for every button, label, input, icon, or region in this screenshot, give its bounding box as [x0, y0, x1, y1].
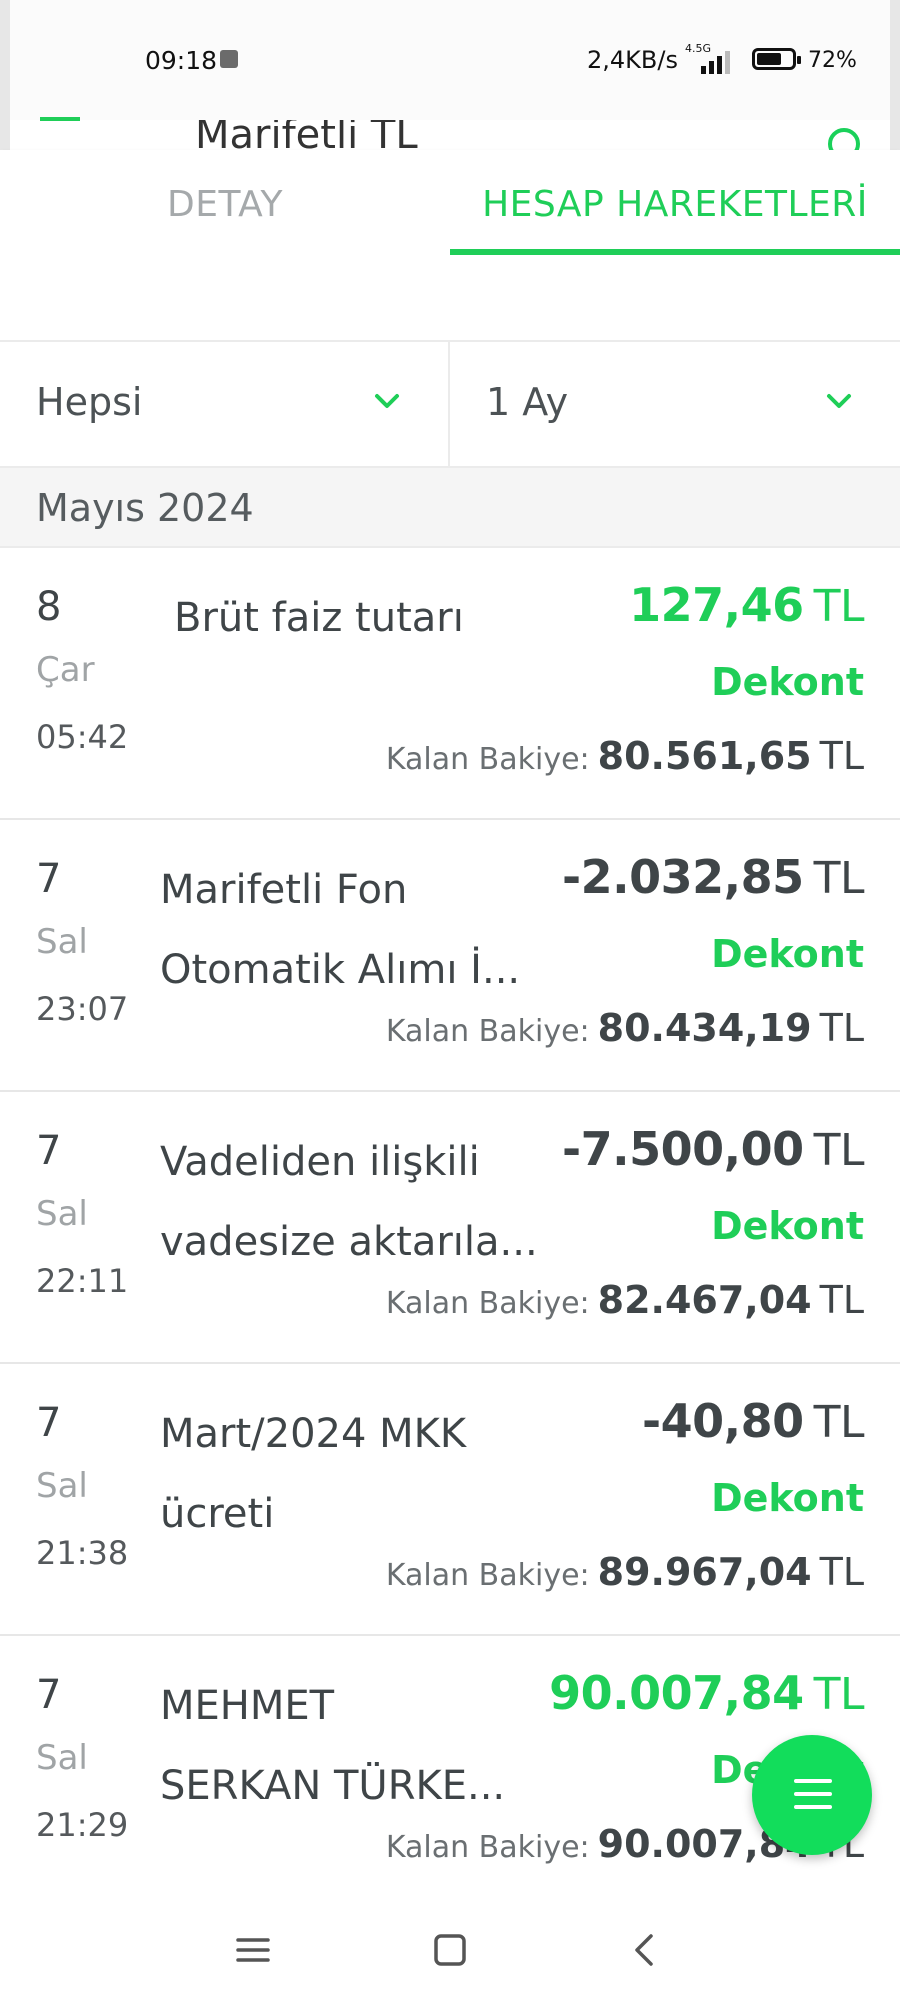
period-filter-value: 1 Ay [486, 380, 569, 424]
screen-edge-left [0, 0, 10, 150]
transaction-row[interactable]: 7 Sal 21:38 Mart/2024 MKK ücreti -40,80 T… [0, 1364, 900, 1636]
battery-icon [752, 48, 801, 70]
filter-bar: Hepsi 1 Ay [0, 340, 900, 468]
transaction-day: 7 [36, 1400, 62, 1446]
signal-icon: 4.5G [685, 42, 730, 74]
remaining-balance: Kalan Bakiye: 80.561,65 TL [385, 734, 864, 778]
back-arrow-icon[interactable] [40, 115, 80, 121]
transaction-row[interactable]: 8 Çar 05:42 Brüt faiz tutarı 127,46 TL De… [0, 548, 900, 820]
transaction-amount: -40,80 TL [642, 1394, 864, 1448]
transaction-time: 21:38 [36, 1534, 129, 1572]
remaining-balance: Kalan Bakiye: 80.434,19 TL [385, 1006, 864, 1050]
remaining-balance: Kalan Bakiye: 82.467,04 TL [385, 1278, 864, 1322]
transaction-amount: 127,46 TL [629, 578, 864, 632]
transaction-weekday: Sal [36, 922, 88, 962]
screen-edge-right [890, 0, 900, 150]
tab-bar: DETAY HESAP HAREKETLERİ [0, 150, 900, 255]
month-header: Mayıs 2024 [0, 468, 900, 548]
dekont-link[interactable]: Dekont [711, 1476, 864, 1520]
page-title: Marifetli TL [195, 120, 418, 150]
transaction-day: 7 [36, 1672, 62, 1718]
transaction-weekday: Sal [36, 1466, 88, 1506]
transaction-weekday: Sal [36, 1738, 88, 1778]
home-icon[interactable] [425, 1928, 475, 1972]
gallery-notification-icon [220, 50, 238, 68]
transaction-day: 7 [36, 1128, 62, 1174]
transaction-description: MEHMET SERKAN TÜRKE... [160, 1683, 506, 1809]
transaction-time: 23:07 [36, 990, 129, 1028]
status-bar: 09:18 2,4KB/s 4.5G 72% Marifetli TL [0, 0, 900, 160]
type-filter-dropdown[interactable]: Hepsi [0, 342, 450, 466]
transaction-description: Marifetli Fon Otomatik Alımı İ... [160, 867, 521, 993]
transaction-time: 21:29 [36, 1806, 129, 1844]
transaction-weekday: Sal [36, 1194, 88, 1234]
transaction-time: 05:42 [36, 718, 129, 756]
menu-fab-button[interactable] [752, 1735, 872, 1855]
transaction-weekday: Çar [36, 650, 95, 690]
remaining-balance: Kalan Bakiye: 89.967,04 TL [385, 1550, 864, 1594]
transaction-amount: -2.032,85 TL [562, 850, 864, 904]
transaction-row[interactable]: 7 Sal 23:07 Marifetli Fon Otomatik Alımı… [0, 820, 900, 1092]
transaction-description: Brüt faiz tutarı [174, 595, 464, 641]
transaction-description: Vadeliden ilişkili vadesize aktarıla... [160, 1139, 538, 1265]
menu-icon [794, 1779, 832, 1818]
period-filter-dropdown[interactable]: 1 Ay [450, 342, 900, 466]
back-icon[interactable] [620, 1928, 670, 1972]
transaction-amount: -7.500,00 TL [562, 1122, 864, 1176]
tab-detay[interactable]: DETAY [0, 150, 450, 255]
transaction-day: 8 [36, 584, 62, 630]
dekont-link[interactable]: Dekont [711, 932, 864, 976]
dekont-link[interactable]: Dekont [711, 660, 864, 704]
status-time: 09:18 [145, 46, 218, 75]
network-speed: 2,4KB/s [587, 46, 678, 74]
system-nav-bar [0, 1900, 900, 2000]
spacer [0, 255, 900, 340]
transaction-description: Mart/2024 MKK ücreti [160, 1411, 467, 1537]
transaction-time: 22:11 [36, 1262, 129, 1300]
transaction-amount: 90.007,84 TL [549, 1666, 864, 1720]
month-label: Mayıs 2024 [36, 486, 254, 530]
battery-percent: 72% [808, 48, 857, 73]
dekont-link[interactable]: Dekont [711, 1204, 864, 1248]
network-type: 4.5G [685, 42, 712, 55]
recents-icon[interactable] [228, 1928, 278, 1972]
chevron-down-icon [375, 394, 399, 408]
transaction-day: 7 [36, 856, 62, 902]
type-filter-value: Hepsi [36, 380, 143, 424]
transaction-row[interactable]: 7 Sal 22:11 Vadeliden ilişkili vadesize … [0, 1092, 900, 1364]
tab-hesap-hareketleri[interactable]: HESAP HAREKETLERİ [450, 150, 900, 255]
chevron-down-icon [827, 394, 851, 408]
